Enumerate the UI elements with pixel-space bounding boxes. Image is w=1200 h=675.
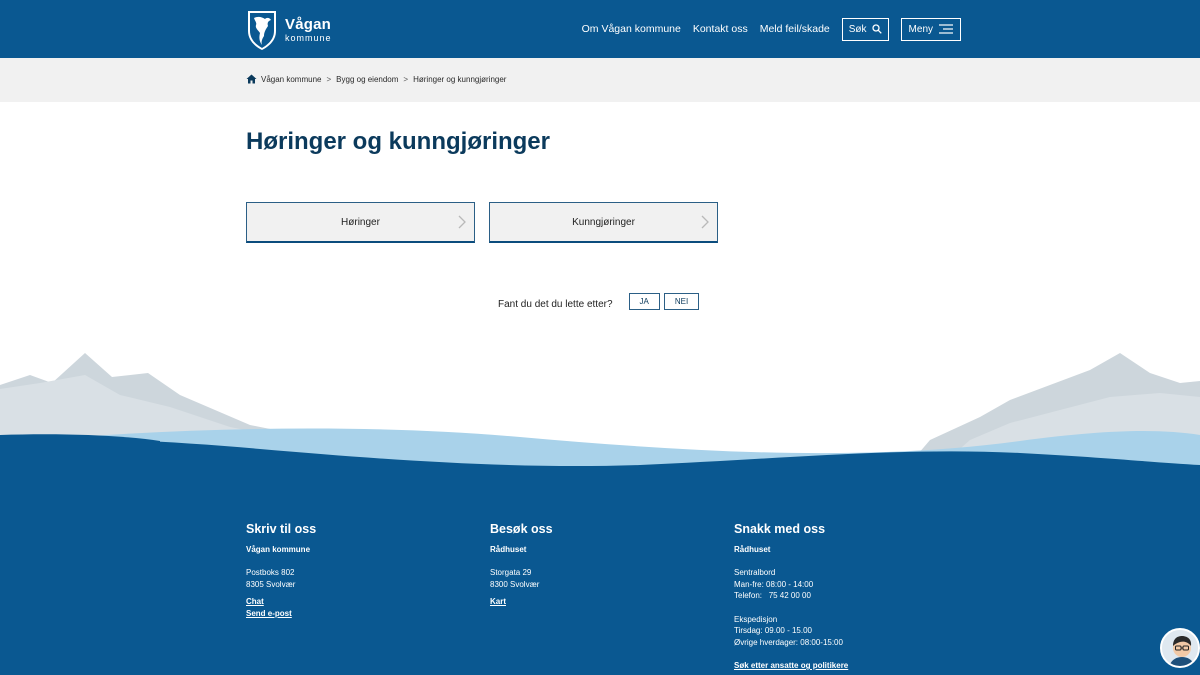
- breadcrumb-bar: Vågan kommune > Bygg og eiendom > Høring…: [0, 58, 1200, 102]
- logo-title: Vågan: [285, 16, 332, 33]
- landscape-illustration: [0, 353, 1200, 475]
- breadcrumb-item-current: Høringer og kunngjøringer: [413, 74, 507, 84]
- footer-switchboard-hours: Man-fre: 08:00 - 14:00: [734, 579, 814, 589]
- menu-button-label: Meny: [908, 23, 933, 35]
- footer-expedition-other: Øvrige hverdager: 08:00-15:00: [734, 637, 843, 647]
- search-button-label: Søk: [848, 23, 867, 35]
- footer-map-link[interactable]: Kart: [490, 596, 553, 608]
- chevron-right-icon: [701, 215, 709, 229]
- footer-write-address-2: 8305 Svolvær: [246, 579, 296, 589]
- home-icon[interactable]: [246, 74, 257, 84]
- feedback-no-button[interactable]: NEI: [663, 293, 700, 310]
- feedback-widget: Fant du det du lette etter? JA NEI: [498, 293, 703, 310]
- search-icon: [871, 24, 882, 34]
- chat-avatar-icon[interactable]: [1160, 628, 1200, 668]
- footer-visit-place: Rådhuset: [490, 545, 527, 554]
- footer-email-link[interactable]: Send e-post: [246, 608, 316, 620]
- feedback-yes-button[interactable]: JA: [628, 293, 660, 310]
- footer-visit-address-1: Storgata 29: [490, 568, 532, 577]
- footer-visit-heading: Besøk oss: [490, 522, 553, 536]
- site-footer: Skriv til oss Vågan kommune Postboks 802…: [0, 470, 1200, 675]
- footer-phone: Telefon: 75 42 00 00: [734, 591, 811, 600]
- site-header: Vågan kommune Om Vågan kommune Kontakt o…: [0, 0, 1200, 58]
- footer-staff-search-link[interactable]: Søk etter ansatte og politikere: [734, 660, 848, 672]
- feedback-question: Fant du det du lette etter?: [498, 299, 613, 310]
- footer-expedition: Ekspedisjon: [734, 614, 778, 624]
- breadcrumb-separator: >: [326, 74, 332, 84]
- footer-chat-link[interactable]: Chat: [246, 596, 316, 608]
- footer-write-address-1: Postboks 802: [246, 568, 295, 577]
- top-navigation: Om Vågan kommune Kontakt oss Meld feil/s…: [570, 0, 961, 58]
- footer-switchboard: Sentralbord: [734, 568, 776, 577]
- menu-button[interactable]: Meny: [900, 17, 961, 41]
- footer-talk-place: Rådhuset: [734, 545, 771, 554]
- footer-visit-address-2: 8300 Svolvær: [490, 579, 540, 589]
- nav-contact-link[interactable]: Kontakt oss: [693, 23, 748, 35]
- nav-about-link[interactable]: Om Vågan kommune: [582, 23, 681, 35]
- logo-subtitle: kommune: [285, 33, 332, 43]
- municipal-shield-icon: [248, 11, 276, 50]
- footer-expedition-tuesday: Tirsdag: 09.00 - 15.00: [734, 626, 812, 635]
- chevron-right-icon: [458, 215, 466, 229]
- nav-report-link[interactable]: Meld feil/skade: [760, 23, 830, 35]
- breadcrumb-item-building[interactable]: Bygg og eiendom: [336, 75, 398, 84]
- search-button[interactable]: Søk: [841, 17, 889, 41]
- footer-write-column: Skriv til oss Vågan kommune Postboks 802…: [246, 522, 316, 619]
- site-logo[interactable]: Vågan kommune: [246, 8, 356, 52]
- footer-write-org: Vågan kommune: [246, 545, 311, 554]
- tile-label: Kunngjøringer: [572, 216, 635, 228]
- footer-visit-column: Besøk oss Rådhuset Storgata 29 8300 Svol…: [490, 522, 553, 608]
- breadcrumb: Vågan kommune > Bygg og eiendom > Høring…: [246, 74, 506, 84]
- breadcrumb-separator: >: [403, 74, 409, 84]
- footer-talk-heading: Snakk med oss: [734, 522, 826, 536]
- hamburger-icon: [939, 24, 953, 34]
- tile-label: Høringer: [341, 216, 380, 228]
- footer-write-heading: Skriv til oss: [246, 522, 317, 536]
- breadcrumb-item-home[interactable]: Vågan kommune: [261, 75, 321, 84]
- tile-kunngjoringer[interactable]: Kunngjøringer: [489, 202, 718, 243]
- tile-horinger[interactable]: Høringer: [246, 202, 475, 243]
- footer-talk-column: Snakk med oss Rådhuset Sentralbord Man-f…: [734, 522, 848, 672]
- page-title: Høringer og kunngjøringer: [246, 128, 550, 155]
